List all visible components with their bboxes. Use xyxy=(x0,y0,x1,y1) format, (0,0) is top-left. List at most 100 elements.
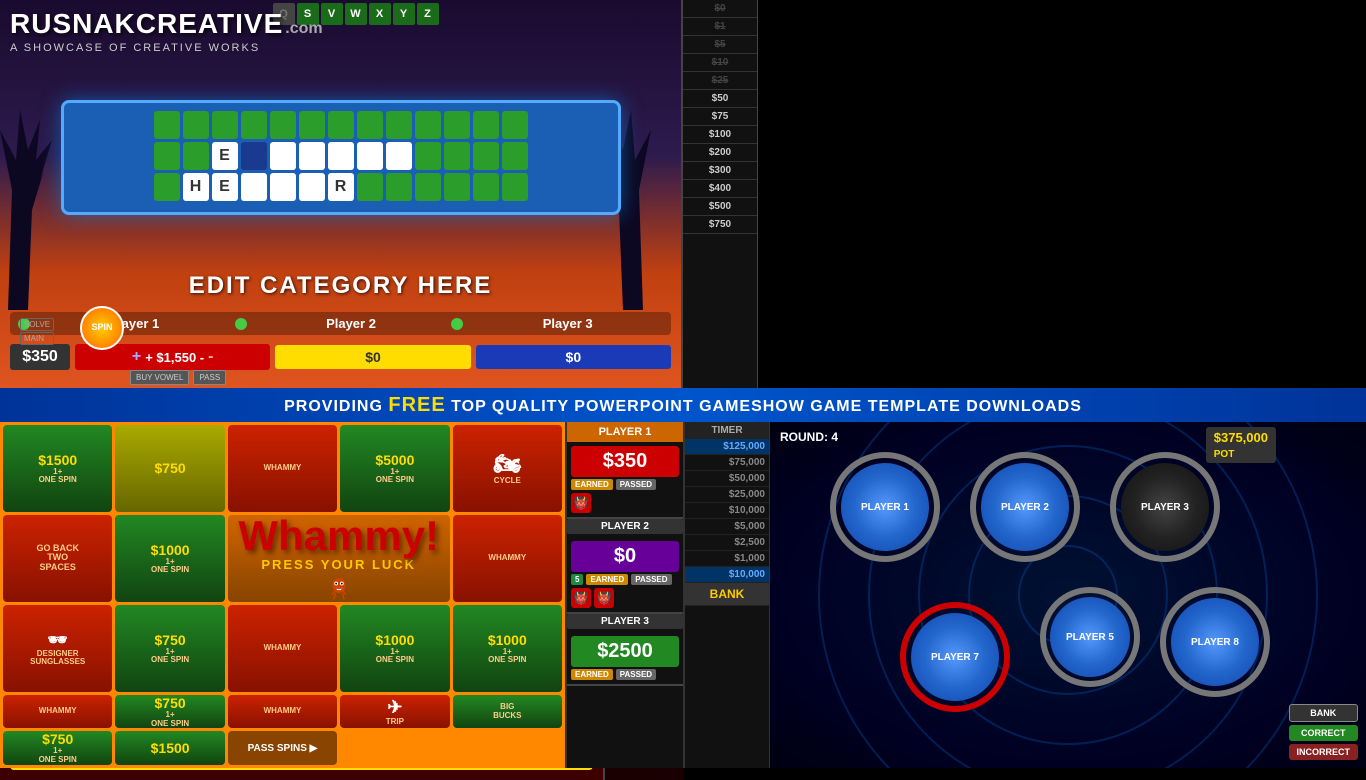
pyl-cell-whammy2[interactable]: WHAMMY xyxy=(453,515,562,602)
earned-badge4: EARNED xyxy=(571,669,613,680)
wp2-label: PLAYER 2 xyxy=(1001,502,1049,513)
pyl-label: BIGBUCKS xyxy=(493,703,521,721)
whammy-icon: 👹 xyxy=(571,493,591,513)
player3-score[interactable]: $0 xyxy=(476,345,671,369)
pyl-player2-section: $0 5 EARNED PASSED 👹 👹 xyxy=(567,537,683,614)
cell xyxy=(154,173,180,201)
pyl-cell-1000b[interactable]: $1000 1+ONE SPIN xyxy=(340,605,449,692)
buy-vowel-button[interactable]: BUY VOWEL xyxy=(130,370,189,385)
player2-score[interactable]: $0 xyxy=(275,345,470,369)
cell-blank xyxy=(357,142,383,170)
pyl-label: 1+ONE SPIN xyxy=(151,558,189,576)
solve-main-labels: SOLVE MAIN xyxy=(20,318,54,345)
pyl-cell-750b[interactable]: $750 1+ONE SPIN xyxy=(115,605,224,692)
pyl-cell-whammy4[interactable]: WHAMMY xyxy=(3,695,112,729)
amount-1: $1 xyxy=(683,18,757,36)
wheel-player7-button[interactable]: PLAYER 7 xyxy=(900,602,1010,712)
wp3-label: PLAYER 3 xyxy=(1141,502,1189,513)
wp8-label: PLAYER 8 xyxy=(1191,637,1239,648)
pyl-cell-sunglasses[interactable]: 🕶 DESIGNERSUNGLASSES xyxy=(3,605,112,692)
pyl-player3-section: $2500 EARNED PASSED xyxy=(567,632,683,686)
pyl-cell-bigbucks[interactable]: BIGBUCKS xyxy=(453,695,562,729)
pyl-player1-section: $350 EARNED PASSED 👹 xyxy=(567,442,683,519)
dond-left-amounts-column: $0 $1 $5 $10 $25 $50 $75 $100 $200 $300 … xyxy=(683,0,758,390)
pass-spins-button[interactable]: PASS SPINS ▶ xyxy=(246,741,320,756)
pyl-scores-panel: PLAYER 1 $350 EARNED PASSED 👹 PLAYER 2 $… xyxy=(565,422,685,768)
amount-750: $750 xyxy=(683,216,757,234)
passed-badge: PASSED xyxy=(616,479,656,490)
pyl-amount: $1500 xyxy=(151,740,190,756)
pass-button[interactable]: PASS xyxy=(193,370,226,385)
cell xyxy=(183,111,209,139)
cell xyxy=(212,111,238,139)
spin-badge[interactable]: SPIN xyxy=(80,306,124,350)
pyl-cell-trip[interactable]: ✈ TRIP xyxy=(340,695,449,729)
amount-75: $75 xyxy=(683,108,757,126)
wheel-player8-button[interactable]: PLAYER 8 xyxy=(1160,587,1270,697)
player1-whammy-icons: 👹 xyxy=(571,493,679,513)
pyl-center-whammy[interactable]: Whammy! PRESS YOUR LUCK xyxy=(228,515,450,602)
player3-badges: EARNED PASSED xyxy=(571,669,679,680)
player1-score-value: + $1,550 - xyxy=(145,350,204,365)
player2-label: Player 2 xyxy=(256,316,447,331)
wheel-game-panel: ROUND: 4 $375,000 POT PLAYER 1 PLAYER 2 … xyxy=(770,422,1366,768)
correct-button[interactable]: CORRECT xyxy=(1289,725,1359,741)
whammy-text: Whammy! xyxy=(238,515,439,557)
wheel-player5-button[interactable]: PLAYER 5 xyxy=(1040,587,1140,687)
wheel-pot-display: $375,000 POT xyxy=(1206,427,1276,463)
wp5-inner: PLAYER 5 xyxy=(1050,597,1130,677)
cell-blank2 xyxy=(241,173,267,201)
pyl-cell-1500b[interactable]: $1500 xyxy=(115,731,224,765)
pyl-amount: $750 xyxy=(42,731,73,747)
cell xyxy=(473,173,499,201)
cell xyxy=(502,142,528,170)
cell xyxy=(444,173,470,201)
solve-label: SOLVE xyxy=(20,318,54,331)
pyl-cell-pass[interactable]: PASS SPINS ▶ xyxy=(228,731,337,765)
wof-row-1 xyxy=(72,111,610,139)
pyl-cell-whammy5[interactable]: WHAMMY xyxy=(228,695,337,729)
pyl-cell-750c[interactable]: $750 1+ONE SPIN xyxy=(115,695,224,729)
pyl-cell-750d[interactable]: $750 1+ONE SPIN xyxy=(3,731,112,765)
wof-category[interactable]: EDIT CATEGORY HERE xyxy=(189,272,493,300)
cell xyxy=(183,142,209,170)
pyl-cell-750[interactable]: $750 xyxy=(115,425,224,512)
amount-25: $25 xyxy=(683,72,757,90)
cashwiz-125000: $125,000 xyxy=(685,439,769,455)
player2-dot xyxy=(235,318,247,330)
pyl-cell-5000[interactable]: $5000 1+ONE SPIN xyxy=(340,425,449,512)
pyl-cell-whammy1[interactable]: WHAMMY xyxy=(228,425,337,512)
minus-icon[interactable]: - xyxy=(208,348,213,366)
plus-icon[interactable]: + xyxy=(132,348,141,366)
player1-label: Player 1 xyxy=(39,316,230,331)
amount-10: $10 xyxy=(683,54,757,72)
pyl-label: WHAMMY xyxy=(264,707,302,716)
pyl-cell-1000a[interactable]: $1000 1+ONE SPIN xyxy=(115,515,224,602)
pyl-cell-cycle[interactable]: 🏍 CYCLE xyxy=(453,425,562,512)
pyl-cell-whammy3[interactable]: WHAMMY xyxy=(228,605,337,692)
main-label: MAIN xyxy=(20,332,54,345)
pyl-cell-1500[interactable]: $1500 1+ONE SPIN xyxy=(3,425,112,512)
amount-300: $300 xyxy=(683,162,757,180)
earned-badge: EARNED xyxy=(571,479,613,490)
wheel-player1-button[interactable]: PLAYER 1 xyxy=(830,452,940,562)
cell xyxy=(473,111,499,139)
alpha-z: Z xyxy=(417,3,439,25)
whammy-icon3: 👹 xyxy=(594,588,614,608)
rusnak-logo: RUSNAKCREATIVE .com xyxy=(10,8,323,40)
earned-badge3: EARNED xyxy=(586,574,628,585)
incorrect-button[interactable]: INCORRECT xyxy=(1289,744,1359,760)
cell-blank4 xyxy=(299,173,325,201)
cycle-icon: 🏍 xyxy=(493,451,521,477)
cashwiz-50000: $50,000 xyxy=(685,471,769,487)
pyl-cell-goback[interactable]: GO BACKTWOSPACES xyxy=(3,515,112,602)
passed-badge3: PASSED xyxy=(616,669,656,680)
wheel-player2-button[interactable]: PLAYER 2 xyxy=(970,452,1080,562)
wheel-round-label: ROUND: 4 xyxy=(780,430,838,444)
pyl-cell-1000c[interactable]: $1000 1+ONE SPIN xyxy=(453,605,562,692)
whammy-icon2: 👹 xyxy=(571,588,591,608)
wheel-player3-button[interactable]: PLAYER 3 xyxy=(1110,452,1220,562)
cashwiz-25000: $25,000 xyxy=(685,487,769,503)
bank-button[interactable]: BANK xyxy=(1289,704,1359,722)
cell xyxy=(386,111,412,139)
